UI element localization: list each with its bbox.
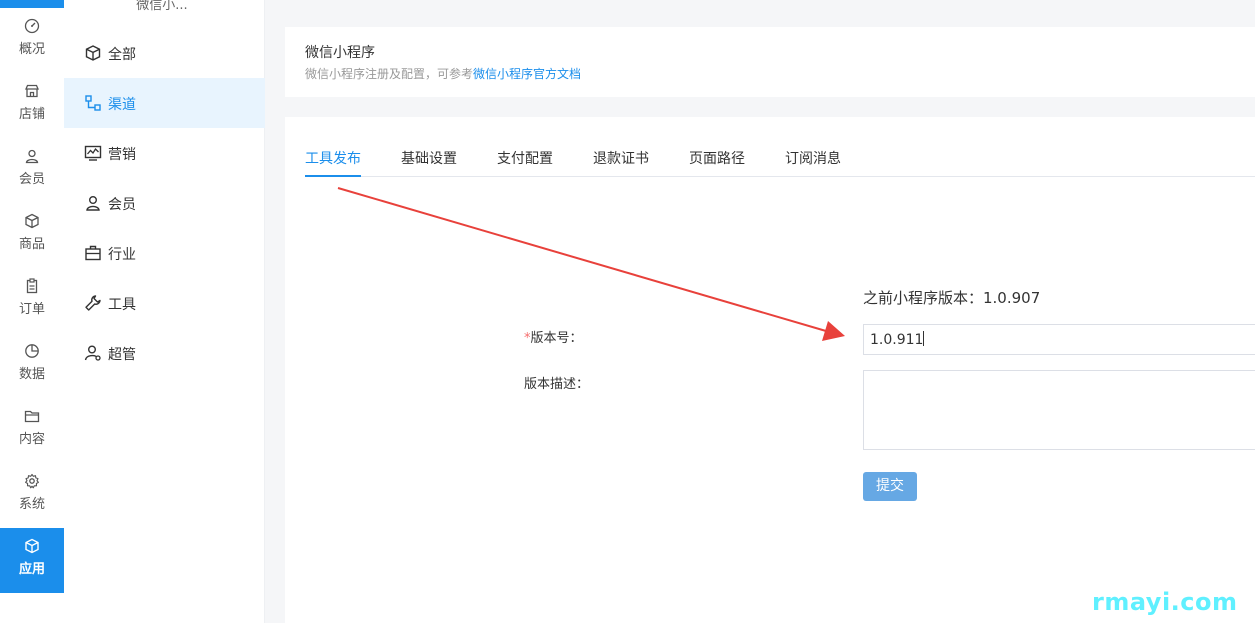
- tab-refund-cert[interactable]: 退款证书: [593, 148, 649, 177]
- trend-chart-icon: [84, 145, 102, 161]
- version-input[interactable]: 1.0.911: [863, 324, 1255, 355]
- tab-payment-config[interactable]: 支付配置: [497, 148, 553, 177]
- submit-button[interactable]: 提交: [863, 472, 917, 501]
- tab-basic-settings[interactable]: 基础设置: [401, 148, 457, 177]
- admin-user-icon: [84, 345, 101, 361]
- menu-item-tools[interactable]: 工具: [64, 278, 265, 328]
- tab-subscribe-message[interactable]: 订阅消息: [785, 148, 841, 177]
- tab-bar: 工具发布 基础设置 支付配置 退款证书 页面路径 订阅消息: [305, 148, 1255, 177]
- tab-page-path[interactable]: 页面路径: [689, 148, 745, 177]
- menu-item-super-admin[interactable]: 超管: [64, 328, 265, 378]
- briefcase-icon: [85, 245, 101, 261]
- rail-item-label: 数据: [18, 367, 45, 382]
- version-input-value: 1.0.911: [870, 332, 924, 348]
- store-icon: [25, 84, 39, 98]
- rail-item-label: 内容: [18, 432, 45, 447]
- rail-item-label: 系统: [18, 497, 45, 512]
- rail-item-apps[interactable]: 应用: [0, 528, 64, 593]
- menu-item-label: 全部: [108, 47, 136, 63]
- text-caret: [923, 331, 925, 346]
- rail-item-system[interactable]: 系统: [0, 463, 64, 528]
- rail-item-content[interactable]: 内容: [0, 398, 64, 463]
- rail-item-label: 店铺: [18, 107, 45, 122]
- menu-header: 微信小...: [100, 0, 224, 14]
- rail-item-overview[interactable]: 概况: [0, 8, 64, 73]
- rail-item-label: 应用: [18, 562, 45, 577]
- rail-item-members[interactable]: 会员: [0, 138, 64, 203]
- description-label: 版本描述：: [524, 377, 590, 392]
- previous-version-text: 之前小程序版本：1.0.907: [863, 289, 1041, 307]
- rail-item-goods[interactable]: 商品: [0, 203, 64, 268]
- rail-item-orders[interactable]: 订单: [0, 268, 64, 333]
- box-icon: [25, 213, 39, 229]
- page-title: 微信小程序: [305, 45, 375, 61]
- watermark: rmayi.com: [1092, 588, 1238, 616]
- gauge-icon: [24, 18, 40, 34]
- version-label: *版本号：: [524, 327, 583, 346]
- rail-item-label: 概况: [18, 42, 45, 57]
- user-icon: [86, 196, 100, 211]
- user-icon: [25, 149, 39, 164]
- menu-item-label: 超管: [108, 347, 136, 363]
- menu-item-all[interactable]: 全部: [64, 28, 265, 78]
- rail-item-data[interactable]: 数据: [0, 333, 64, 398]
- secondary-menu: 微信小... 全部 渠道 营销 会员 行业 工具 超管: [64, 0, 265, 623]
- page-header-card: 微信小程序 微信小程序注册及配置，可参考微信小程序官方文档: [285, 27, 1255, 97]
- rail-item-label: 商品: [18, 237, 45, 252]
- folder-icon: [24, 410, 40, 423]
- menu-item-industry[interactable]: 行业: [64, 228, 265, 278]
- cube-icon: [85, 45, 101, 61]
- rail-item-store[interactable]: 店铺: [0, 73, 64, 138]
- version-label-text: 版本号：: [530, 331, 583, 346]
- menu-item-label: 渠道: [108, 97, 136, 113]
- menu-item-label: 会员: [108, 197, 136, 213]
- menu-item-label: 营销: [108, 147, 136, 163]
- rail-item-label: 会员: [18, 172, 45, 187]
- gear-icon: [25, 473, 39, 489]
- cube-icon: [25, 538, 39, 554]
- subtitle-text: 微信小程序注册及配置，可参考: [305, 67, 474, 81]
- menu-item-label: 行业: [108, 247, 136, 263]
- main-content-card: 工具发布 基础设置 支付配置 退款证书 页面路径 订阅消息 之前小程序版本：1.…: [285, 117, 1255, 623]
- menu-item-members[interactable]: 会员: [64, 178, 265, 228]
- menu-item-channel[interactable]: 渠道: [64, 78, 265, 128]
- clipboard-icon: [26, 278, 38, 294]
- pie-chart-icon: [25, 344, 39, 358]
- rail-top-accent: [0, 0, 64, 8]
- menu-item-marketing[interactable]: 营销: [64, 128, 265, 178]
- rail-item-label: 订单: [18, 302, 45, 317]
- tab-tool-release[interactable]: 工具发布: [305, 148, 361, 177]
- official-docs-link[interactable]: 微信小程序官方文档: [473, 67, 581, 81]
- primary-nav-rail: 概况 店铺 会员 商品 订单 数据 内容 系统 应用: [0, 0, 64, 623]
- menu-item-label: 工具: [108, 297, 136, 313]
- page-subtitle: 微信小程序注册及配置，可参考微信小程序官方文档: [305, 65, 581, 82]
- channel-icon: [85, 95, 101, 111]
- wrench-icon: [85, 295, 101, 311]
- description-textarea[interactable]: [863, 370, 1255, 450]
